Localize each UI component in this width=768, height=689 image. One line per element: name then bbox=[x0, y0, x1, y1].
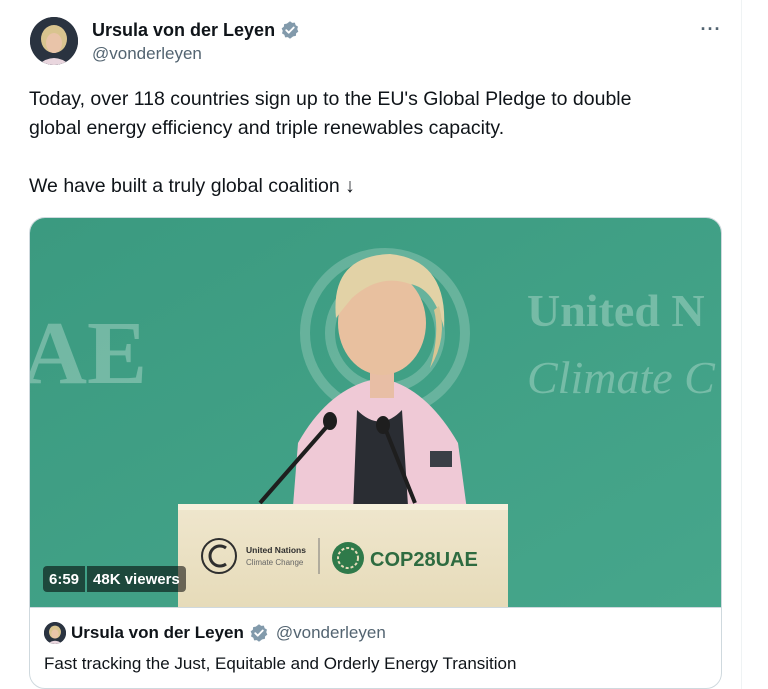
author-avatar[interactable] bbox=[30, 17, 78, 65]
quoted-author-avatar[interactable] bbox=[44, 622, 66, 644]
podium-cop-text: COP28UAE bbox=[370, 549, 478, 571]
backdrop-text-left: AE bbox=[30, 304, 147, 403]
video-duration: 6:59 bbox=[43, 566, 86, 592]
video-player[interactable]: AE United N Climate C United Nations Cli… bbox=[30, 218, 721, 607]
quoted-author-row: Ursula von der Leyen @vonderleyen bbox=[44, 622, 386, 644]
tweet-text: Today, over 118 countries sign up to the… bbox=[29, 85, 719, 201]
podium-un-text: United Nations bbox=[246, 545, 306, 555]
podium: United Nations Climate Change COP28UAE bbox=[178, 504, 508, 607]
tweet-text-line: global energy efficiency and triple rene… bbox=[29, 117, 505, 139]
author-info: Ursula von der Leyen @vonderleyen bbox=[92, 19, 300, 64]
more-options-icon[interactable]: ··· bbox=[696, 17, 726, 41]
quoted-author-handle[interactable]: @vonderleyen bbox=[276, 623, 386, 643]
verified-badge-icon bbox=[249, 623, 269, 643]
quoted-author-name[interactable]: Ursula von der Leyen bbox=[71, 623, 244, 643]
backdrop-text-right: United N bbox=[527, 285, 705, 336]
tweet-text-line: Today, over 118 countries sign up to the… bbox=[29, 88, 632, 110]
tweet-text-line: We have built a truly global coalition ↓ bbox=[29, 175, 355, 197]
quoted-tweet[interactable] bbox=[30, 607, 721, 688]
quoted-video-card[interactable]: AE United N Climate C United Nations Cli… bbox=[29, 217, 722, 689]
video-views: 48K viewers bbox=[87, 566, 186, 592]
author-handle[interactable]: @vonderleyen bbox=[92, 44, 300, 64]
podium-un-text: Climate Change bbox=[246, 558, 304, 567]
tweet-card[interactable]: Ursula von der Leyen @vonderleyen ··· To… bbox=[0, 0, 742, 689]
video-stats-pill: 6:59 48K viewers bbox=[43, 566, 186, 592]
author-name[interactable]: Ursula von der Leyen bbox=[92, 20, 275, 41]
backdrop-text-right: Climate C bbox=[527, 352, 716, 403]
quoted-tweet-title: Fast tracking the Just, Equitable and Or… bbox=[44, 654, 517, 673]
verified-badge-icon bbox=[280, 20, 300, 40]
